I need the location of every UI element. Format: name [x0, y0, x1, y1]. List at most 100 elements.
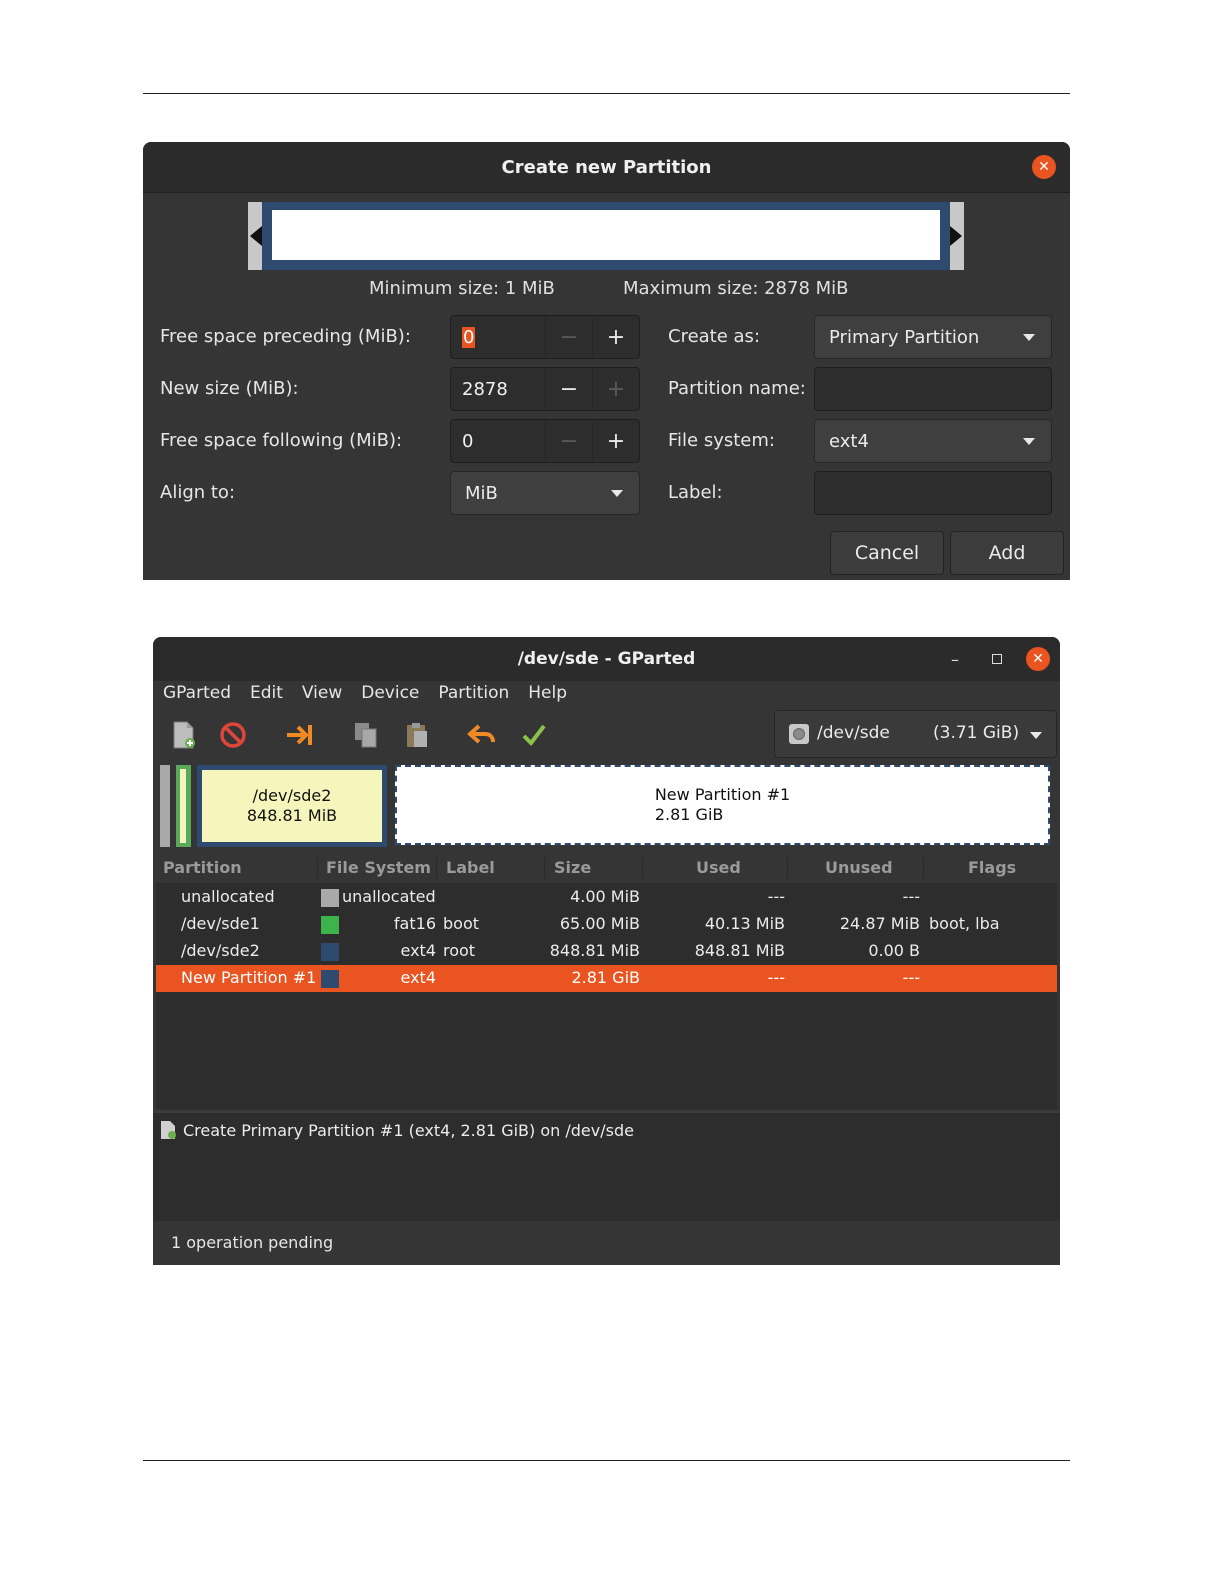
cell-partition: unallocated	[181, 887, 275, 906]
following-label: Free space following (MiB):	[160, 430, 403, 451]
resize-move-icon[interactable]	[283, 719, 315, 751]
cell-unused: ---	[902, 887, 920, 906]
following-spinbox[interactable]: 0 − +	[450, 419, 640, 463]
create-as-dropdown[interactable]: Primary Partition	[814, 315, 1052, 359]
new-size-value[interactable]: 2878	[451, 379, 545, 400]
file-system-value: ext4	[829, 430, 869, 452]
menu-edit[interactable]: Edit	[250, 683, 283, 703]
page-top-rule	[143, 93, 1070, 94]
preceding-increment-button[interactable]: +	[592, 316, 639, 358]
table-row[interactable]: unallocated unallocated 4.00 MiB --- ---	[156, 884, 1057, 911]
new-size-decrement-button[interactable]: −	[545, 368, 592, 410]
col-label[interactable]: Label	[446, 858, 495, 877]
device-dropdown[interactable]: /dev/sde (3.71 GiB)	[774, 710, 1057, 758]
align-value: MiB	[465, 482, 498, 504]
col-partition[interactable]: Partition	[163, 858, 242, 877]
minimize-icon[interactable]: –	[951, 650, 959, 669]
following-increment-button[interactable]: +	[592, 420, 639, 462]
new-partition-icon[interactable]	[168, 719, 200, 751]
copy-icon[interactable]	[350, 719, 382, 751]
cell-used: 40.13 MiB	[704, 914, 785, 933]
menu-partition[interactable]: Partition	[438, 683, 509, 703]
col-used[interactable]: Used	[696, 858, 741, 877]
fs-color-swatch	[321, 889, 339, 907]
cell-size: 4.00 MiB	[570, 887, 640, 906]
cell-size: 2.81 GiB	[571, 968, 640, 987]
map-sde2[interactable]: /dev/sde2 848.81 MiB	[197, 765, 387, 847]
table-row-selected[interactable]: New Partition #1 ext4 2.81 GiB --- ---	[156, 965, 1057, 992]
paste-icon[interactable]	[401, 719, 433, 751]
preceding-decrement-button[interactable]: −	[545, 316, 592, 358]
create-as-label: Create as:	[668, 326, 761, 347]
pending-operations-pane: Create Primary Partition #1 (ext4, 2.81 …	[153, 1111, 1060, 1221]
table-row[interactable]: /dev/sde1 fat16 boot 65.00 MiB 40.13 MiB…	[156, 911, 1057, 938]
col-unused[interactable]: Unused	[825, 858, 893, 877]
window-titlebar: /dev/sde - GParted – ✕	[153, 637, 1060, 681]
preceding-value[interactable]: 0	[451, 326, 545, 348]
partition-name-input[interactable]	[814, 367, 1052, 411]
cell-fs: fat16	[393, 914, 436, 933]
new-size-label: New size (MiB):	[160, 378, 299, 399]
pending-operation-item[interactable]: Create Primary Partition #1 (ext4, 2.81 …	[183, 1121, 634, 1140]
maximize-icon[interactable]	[992, 654, 1002, 664]
statusbar: 1 operation pending	[153, 1221, 1060, 1265]
map-new-partition-text: New Partition #1 2.81 GiB	[655, 785, 790, 825]
delete-partition-icon[interactable]	[217, 719, 249, 751]
cell-size: 848.81 MiB	[549, 941, 640, 960]
preceding-label: Free space preceding (MiB):	[160, 326, 411, 347]
cell-partition: /dev/sde2	[181, 941, 260, 960]
resizer-right-handle-icon[interactable]	[950, 226, 962, 246]
menu-help[interactable]: Help	[528, 683, 567, 703]
cell-fs: ext4	[400, 941, 436, 960]
map-new-partition[interactable]: New Partition #1 2.81 GiB	[395, 765, 1050, 845]
cell-used: 848.81 MiB	[694, 941, 785, 960]
resizer-left-handle-icon[interactable]	[250, 226, 262, 246]
preceding-spinbox[interactable]: 0 − +	[450, 315, 640, 359]
map-sde2-size: 848.81 MiB	[246, 806, 338, 825]
cell-fs: unallocated	[342, 887, 436, 906]
map-sde1[interactable]	[176, 765, 191, 847]
menu-view[interactable]: View	[302, 683, 342, 703]
following-value[interactable]: 0	[451, 431, 545, 452]
disk-map: /dev/sde2 848.81 MiB New Partition #1 2.…	[160, 765, 1052, 847]
cell-partition: New Partition #1	[181, 968, 317, 987]
cell-unused: ---	[902, 968, 920, 987]
align-dropdown[interactable]: MiB	[450, 471, 640, 515]
window-close-icon[interactable]: ✕	[1026, 647, 1050, 671]
map-new-size: 2.81 GiB	[654, 805, 724, 824]
cell-size: 65.00 MiB	[559, 914, 640, 933]
menu-device[interactable]: Device	[361, 683, 419, 703]
disk-icon	[789, 724, 809, 744]
map-sde2-name: /dev/sde2	[252, 786, 332, 805]
cell-unused: 24.87 MiB	[839, 914, 920, 933]
window-title: /dev/sde - GParted	[517, 649, 696, 669]
col-flags[interactable]: Flags	[968, 858, 1016, 877]
fs-color-swatch	[321, 970, 339, 988]
partition-resizer[interactable]	[248, 202, 964, 270]
menu-gparted[interactable]: GParted	[163, 683, 231, 703]
undo-icon[interactable]	[466, 719, 498, 751]
table-row[interactable]: /dev/sde2 ext4 root 848.81 MiB 848.81 Mi…	[156, 938, 1057, 965]
cancel-button[interactable]: Cancel	[830, 531, 944, 575]
add-button[interactable]: Add	[950, 531, 1064, 575]
chevron-down-icon	[1023, 334, 1035, 341]
device-size: (3.71 GiB)	[933, 723, 1020, 743]
device-name: /dev/sde	[817, 723, 890, 743]
following-decrement-button[interactable]: −	[545, 420, 592, 462]
resizer-partition-bar[interactable]	[262, 202, 950, 270]
col-size[interactable]: Size	[554, 858, 591, 877]
cell-used: ---	[767, 968, 785, 987]
resizer-free-area	[272, 210, 940, 260]
label-label: Label:	[668, 482, 723, 503]
label-input[interactable]	[814, 471, 1052, 515]
partition-table: Partition File System Label Size Used Un…	[156, 853, 1057, 992]
col-file-system[interactable]: File System	[326, 858, 431, 877]
cell-unused: 0.00 B	[868, 941, 920, 960]
new-size-spinbox[interactable]: 2878 − +	[450, 367, 640, 411]
apply-icon[interactable]	[518, 719, 550, 751]
dialog-close-icon[interactable]: ✕	[1032, 155, 1056, 179]
map-sde2-fill: /dev/sde2 848.81 MiB	[202, 770, 382, 842]
new-size-increment-button[interactable]: +	[592, 368, 639, 410]
map-unallocated[interactable]	[160, 765, 170, 847]
file-system-dropdown[interactable]: ext4	[814, 419, 1052, 463]
